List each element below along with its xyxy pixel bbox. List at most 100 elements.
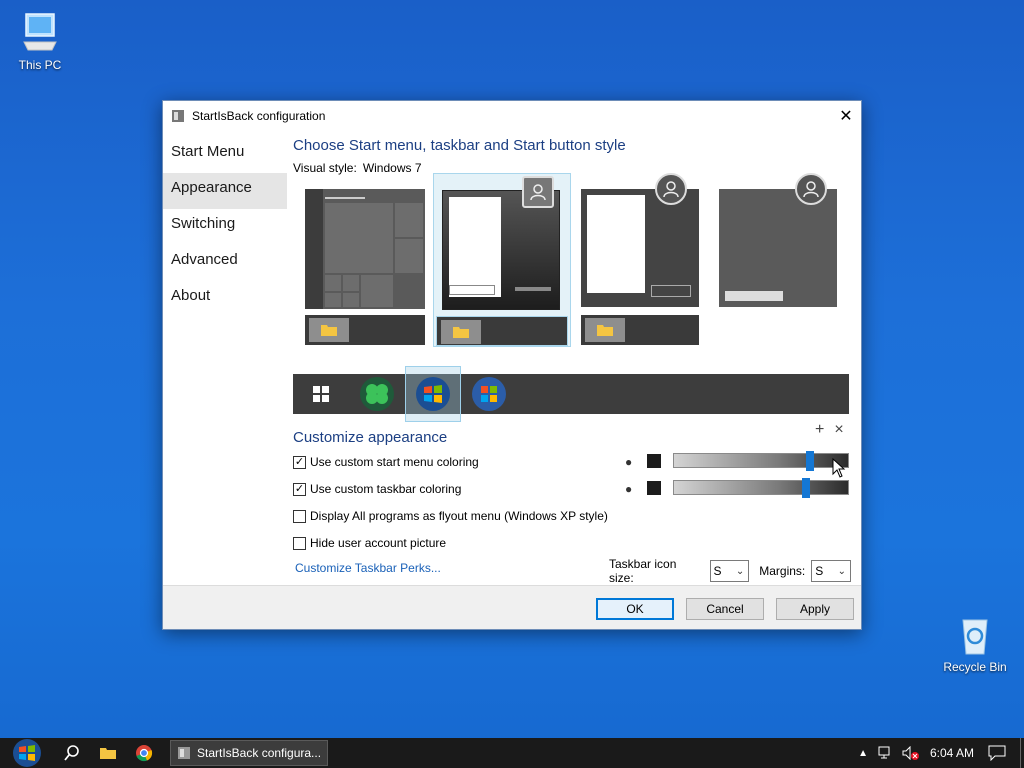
style-option-windows-10[interactable]: [303, 187, 427, 359]
margins-select[interactable]: S ⌄: [811, 560, 851, 582]
slider-thumb[interactable]: [802, 478, 810, 498]
file-explorer-button[interactable]: [90, 738, 126, 768]
computer-icon: [23, 13, 57, 51]
customize-taskbar-perks-link[interactable]: Customize Taskbar Perks...: [295, 561, 441, 575]
remove-icon[interactable]: ×: [834, 421, 843, 438]
mouse-cursor-icon: [832, 458, 846, 478]
visual-style-row: Visual style: Windows 7: [293, 161, 851, 175]
dialog-title: StartIsBack configuration: [192, 109, 326, 123]
start-menu-color-swatch[interactable]: [647, 453, 661, 468]
option-hide-user-picture[interactable]: Hide user account picture: [293, 536, 446, 550]
section-heading: Choose Start menu, taskbar and Start but…: [293, 137, 626, 154]
taskbar: StartIsBack configura... ▲ 6:04 AM: [0, 738, 1024, 768]
folder-icon: [585, 318, 625, 342]
taskbar-color-controls: ●: [625, 478, 849, 498]
option-label: Use custom taskbar coloring: [310, 482, 462, 496]
icon-size-label: Taskbar icon size:: [609, 557, 677, 585]
margins-value: S: [815, 564, 824, 578]
start-button-gallery: [293, 366, 849, 422]
dialog-footer: OK Cancel Apply: [163, 585, 861, 629]
chrome-button[interactable]: [126, 738, 162, 768]
opacity-drop-icon: ●: [625, 454, 633, 469]
checkbox-custom-taskbar-coloring[interactable]: ✓: [293, 482, 306, 496]
chevron-down-icon: ⌄: [735, 565, 745, 577]
style-option-plain-8[interactable]: [579, 173, 703, 359]
chevron-down-icon: ⌄: [837, 565, 846, 577]
this-pc-desktop-icon[interactable]: This PC: [0, 10, 80, 72]
customize-heading: Customize appearance: [293, 429, 448, 446]
notifications-icon[interactable]: [988, 745, 1006, 761]
volume-muted-icon[interactable]: [902, 746, 920, 760]
option-label: Use custom start menu coloring: [310, 455, 479, 469]
startisback-config-dialog: StartIsBack configuration ✕ Start Menu A…: [162, 100, 862, 630]
nav-item-advanced[interactable]: Advanced: [163, 245, 287, 281]
recycle-bin-label: Recycle Bin: [943, 660, 1007, 674]
visual-style-label: Visual style:: [293, 161, 357, 175]
close-button[interactable]: ✕: [831, 101, 861, 131]
nav-item-appearance[interactable]: Appearance: [163, 173, 287, 209]
opacity-drop-icon: ●: [625, 481, 633, 496]
orb-option-windows-logo[interactable]: [293, 366, 349, 422]
apply-button[interactable]: Apply: [776, 598, 854, 620]
option-label: Display All programs as flyout menu (Win…: [310, 509, 608, 523]
style-option-windows-7[interactable]: [433, 173, 571, 347]
checkbox-custom-start-menu-coloring[interactable]: ✓: [293, 455, 306, 469]
option-custom-start-menu-coloring[interactable]: ✓ Use custom start menu coloring: [293, 455, 479, 469]
chrome-icon: [136, 745, 153, 762]
taskbar-color-swatch[interactable]: [647, 480, 661, 495]
title-bar[interactable]: StartIsBack configuration ✕: [163, 101, 861, 131]
app-icon: [172, 110, 184, 122]
add-icon[interactable]: +: [815, 421, 824, 438]
sidebar-nav: Start Menu Appearance Switching Advanced…: [163, 137, 287, 317]
search-button[interactable]: [54, 738, 90, 768]
windows-logo-icon: [313, 386, 329, 402]
taskbar-color-slider[interactable]: [673, 478, 849, 498]
option-label: Hide user account picture: [310, 536, 447, 550]
start-button[interactable]: [0, 738, 54, 768]
nav-item-switching[interactable]: Switching: [163, 209, 287, 245]
margins-label: Margins:: [759, 564, 806, 578]
start-menu-color-slider[interactable]: [673, 451, 849, 471]
folder-icon: [309, 318, 349, 342]
orb-option-clover[interactable]: [349, 366, 405, 422]
folder-icon: [441, 320, 481, 344]
clock[interactable]: 6:04 AM: [930, 746, 974, 760]
task-label: StartIsBack configura...: [197, 746, 322, 760]
option-custom-taskbar-coloring[interactable]: ✓ Use custom taskbar coloring: [293, 482, 461, 496]
show-hidden-icons-button[interactable]: ▲: [858, 748, 868, 759]
windows-orb-icon: [472, 377, 506, 411]
orb-option-windows-alt[interactable]: [461, 366, 517, 422]
search-icon: [64, 745, 79, 761]
user-avatar-icon: [655, 173, 687, 205]
this-pc-label: This PC: [18, 58, 62, 72]
nav-item-start-menu[interactable]: Start Menu: [163, 137, 287, 173]
visual-style-value: Windows 7: [362, 161, 422, 175]
appearance-panel: Choose Start menu, taskbar and Start but…: [293, 137, 851, 585]
app-icon: [178, 747, 190, 759]
cancel-button[interactable]: Cancel: [686, 598, 764, 620]
windows-7-orb-icon: [416, 377, 450, 411]
recycle-bin-desktop-icon[interactable]: Recycle Bin: [935, 612, 1015, 674]
orb-option-windows-7[interactable]: [405, 366, 461, 422]
slider-thumb[interactable]: [806, 451, 814, 471]
icon-size-value: S: [713, 564, 722, 578]
show-desktop-button[interactable]: [1020, 738, 1024, 768]
system-tray: ▲ 6:04 AM: [858, 738, 1024, 768]
option-all-programs-flyout[interactable]: Display All programs as flyout menu (Win…: [293, 509, 608, 523]
folder-icon: [100, 748, 116, 759]
user-avatar-icon: [522, 176, 554, 208]
nav-item-about[interactable]: About: [163, 281, 287, 317]
checkbox-hide-user-picture[interactable]: [293, 536, 306, 550]
icon-size-select[interactable]: S ⌄: [709, 560, 750, 582]
size-settings: Taskbar icon size: S ⌄ Margins: S ⌄: [609, 557, 851, 585]
network-icon[interactable]: [878, 746, 894, 760]
ok-button[interactable]: OK: [596, 598, 674, 620]
style-option-flat[interactable]: [719, 173, 843, 311]
start-menu-color-controls: ●: [625, 451, 849, 471]
start-menu-style-gallery: [301, 173, 861, 362]
close-icon: ✕: [839, 108, 853, 125]
checkbox-all-programs-flyout[interactable]: [293, 509, 306, 523]
style-actions: + ×: [805, 421, 844, 439]
windows-7-orb-icon: [13, 739, 41, 767]
taskbar-task-startisback[interactable]: StartIsBack configura...: [170, 740, 328, 766]
